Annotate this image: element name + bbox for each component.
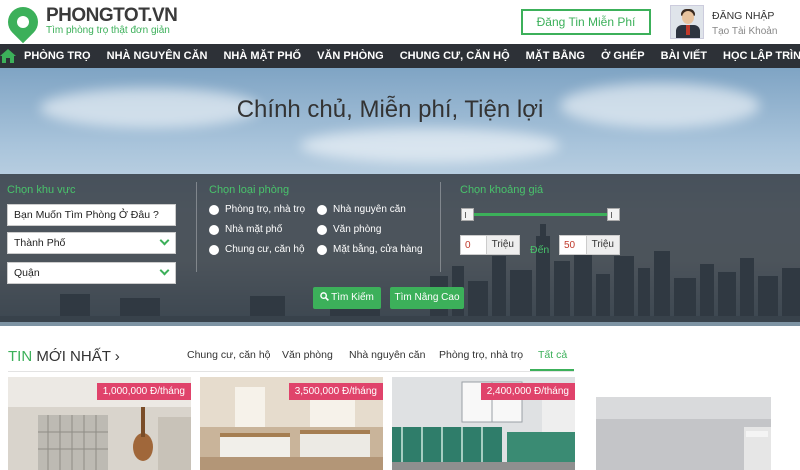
chevron-down-icon (159, 265, 170, 276)
nav-item-hoc-lap-trinh[interactable]: HỌC LẬP TRÌNH (715, 44, 800, 68)
location-pin-icon (1, 0, 45, 43)
search-icon (320, 292, 330, 301)
latest-listings-title[interactable]: TIN MỚI NHẤT › (8, 348, 120, 365)
logo-slogan: Tìm phòng trọ thật đơn giản (46, 25, 170, 36)
price-tag: 3,500,000 Đ/tháng (288, 383, 383, 400)
room-type-radio[interactable]: Chung cư, căn hộ (209, 244, 305, 255)
price-range-label: Chọn khoảng giá (460, 184, 544, 196)
user-avatar[interactable] (670, 5, 704, 39)
nav-item-mat-bang[interactable]: MẶT BẰNG (518, 44, 593, 68)
sidebar-ad-image[interactable] (596, 397, 771, 470)
listing-card[interactable]: 3,500,000 Đ/tháng (200, 377, 383, 470)
room-type-radio[interactable]: Nhà mặt phố (209, 224, 282, 235)
location-search-input[interactable]: Bạn Muốn Tìm Phòng Ở Đâu ? (7, 204, 176, 226)
district-select[interactable]: Quận (7, 262, 176, 284)
logo-name: PHONGTOT.VN (46, 5, 178, 26)
room-type-label: Chọn loại phòng (209, 184, 290, 196)
city-select[interactable]: Thành Phố (7, 232, 176, 254)
divider (440, 182, 441, 272)
tab-chung-cu[interactable]: Chung cư, căn hộ (187, 349, 271, 361)
room-type-radio[interactable]: Văn phòng (317, 224, 381, 235)
site-logo[interactable]: PHONGTOT.VN Tìm phòng trọ thật đơn giản (1, 0, 178, 43)
search-button[interactable]: Tìm Kiếm (313, 287, 381, 309)
tab-phong-tro[interactable]: Phòng trọ, nhà trọ (439, 349, 523, 361)
active-tab-indicator (530, 369, 574, 371)
area-label: Chọn khu vực (7, 184, 76, 196)
nav-item-nha-mat-pho[interactable]: NHÀ MẶT PHỐ (215, 44, 309, 68)
price-slider-min-handle[interactable] (461, 208, 474, 221)
price-max-input[interactable]: 50 Triệu (559, 235, 620, 255)
hero-banner: Chính chủ, Miễn phí, Tiện lợi Chọn khu v… (0, 68, 800, 326)
nav-item-bai-viet[interactable]: BÀI VIẾT (653, 44, 715, 68)
listing-card[interactable]: 2,400,000 Đ/tháng (392, 377, 575, 470)
home-icon[interactable] (0, 44, 16, 68)
register-link[interactable]: Tạo Tài Khoản (712, 26, 777, 37)
tab-van-phong[interactable]: Văn phòng (282, 349, 333, 361)
room-type-radio[interactable]: Nhà nguyên căn (317, 204, 406, 215)
nav-item-phong-tro[interactable]: PHÒNG TRỌ (16, 44, 99, 68)
tab-tat-ca[interactable]: Tất cả (538, 349, 567, 361)
tab-nha-nguyen-can[interactable]: Nhà nguyên căn (349, 349, 425, 361)
room-type-radio[interactable]: Phòng trọ, nhà trọ (209, 204, 305, 215)
room-type-radio[interactable]: Mặt bằng, cửa hàng (317, 244, 423, 255)
advanced-search-button[interactable]: Tìm Nâng Cao (390, 287, 464, 309)
price-tag: 2,400,000 Đ/tháng (480, 383, 575, 400)
divider (196, 182, 197, 272)
search-panel: Chọn khu vực Bạn Muốn Tìm Phòng Ở Đâu ? … (0, 174, 800, 322)
nav-item-nha-nguyen-can[interactable]: NHÀ NGUYÊN CĂN (99, 44, 216, 68)
chevron-down-icon (159, 235, 170, 246)
login-link[interactable]: ĐĂNG NHẬP (712, 10, 774, 22)
hero-title: Chính chủ, Miễn phí, Tiện lợi (236, 96, 544, 123)
tabs-divider (8, 371, 574, 372)
price-to-label: Đến (530, 244, 550, 256)
nav-item-o-ghep[interactable]: Ở GHÉP (593, 44, 653, 68)
listing-card[interactable]: 1,000,000 Đ/tháng (8, 377, 191, 470)
nav-item-van-phong[interactable]: VĂN PHÒNG (309, 44, 392, 68)
price-slider-track[interactable] (470, 213, 612, 216)
main-nav: PHÒNG TRỌ NHÀ NGUYÊN CĂN NHÀ MẶT PHỐ VĂN… (0, 44, 800, 68)
price-slider-max-handle[interactable] (607, 208, 620, 221)
price-tag: 1,000,000 Đ/tháng (96, 383, 191, 400)
nav-item-chung-cu[interactable]: CHUNG CƯ, CĂN HỘ (392, 44, 518, 68)
site-header: PHONGTOT.VN Tìm phòng trọ thật đơn giản … (0, 0, 800, 44)
price-min-input[interactable]: 0 Triệu (460, 235, 520, 255)
chevron-right-icon: › (114, 348, 120, 365)
post-free-listing-button[interactable]: Đăng Tin Miễn Phí (521, 9, 651, 35)
